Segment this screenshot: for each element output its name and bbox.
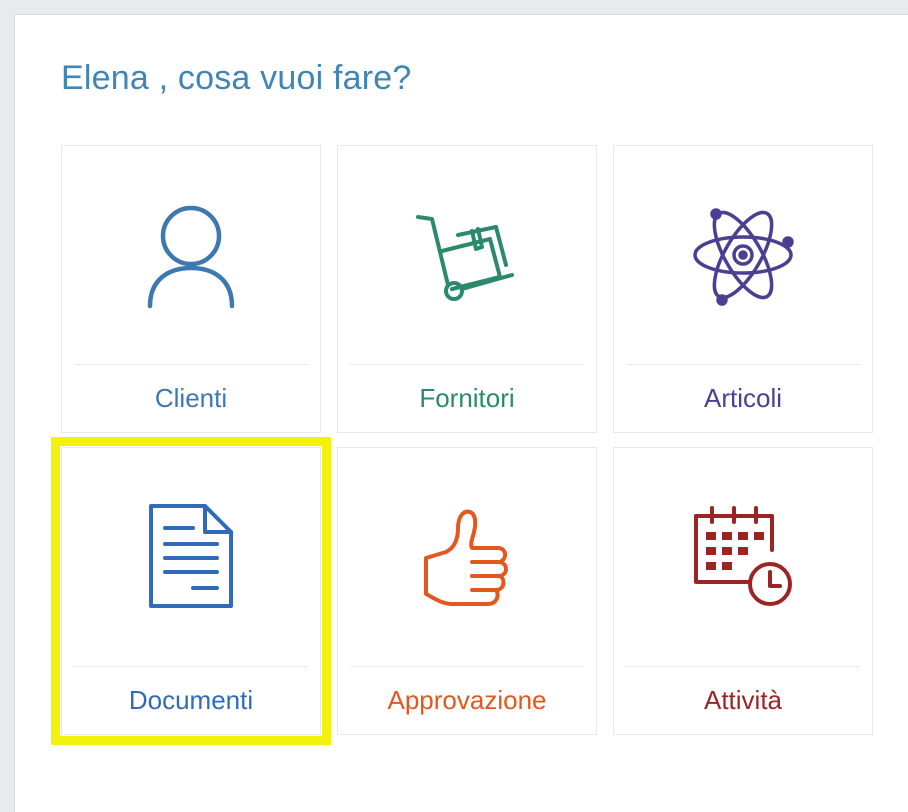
tile-label: Attività: [703, 685, 783, 715]
tile-label: Approvazione: [387, 685, 547, 715]
main-panel: Elena , cosa vuoi fare? Clienti Fornitor…: [14, 14, 908, 812]
tile-documenti[interactable]: Documenti: [51, 437, 331, 745]
tile-label: Articoli: [703, 383, 782, 413]
tile-approvazione[interactable]: Approvazione: [337, 447, 597, 735]
tile-attivita[interactable]: Attività: [613, 447, 873, 735]
thumbs-up-icon: [338, 448, 596, 666]
document-icon: [62, 448, 320, 666]
hand-truck-icon: [338, 146, 596, 364]
atom-icon: [614, 146, 872, 364]
tile-label: Clienti: [154, 383, 228, 413]
tile-articoli[interactable]: Articoli: [613, 145, 873, 433]
tile-clienti[interactable]: Clienti: [61, 145, 321, 433]
tile-fornitori[interactable]: Fornitori: [337, 145, 597, 433]
calendar-clock-icon: [614, 448, 872, 666]
greeting-title: Elena , cosa vuoi fare?: [61, 59, 412, 97]
tile-label: Documenti: [128, 685, 254, 715]
tile-label: Fornitori: [419, 383, 515, 413]
person-icon: [62, 146, 320, 364]
